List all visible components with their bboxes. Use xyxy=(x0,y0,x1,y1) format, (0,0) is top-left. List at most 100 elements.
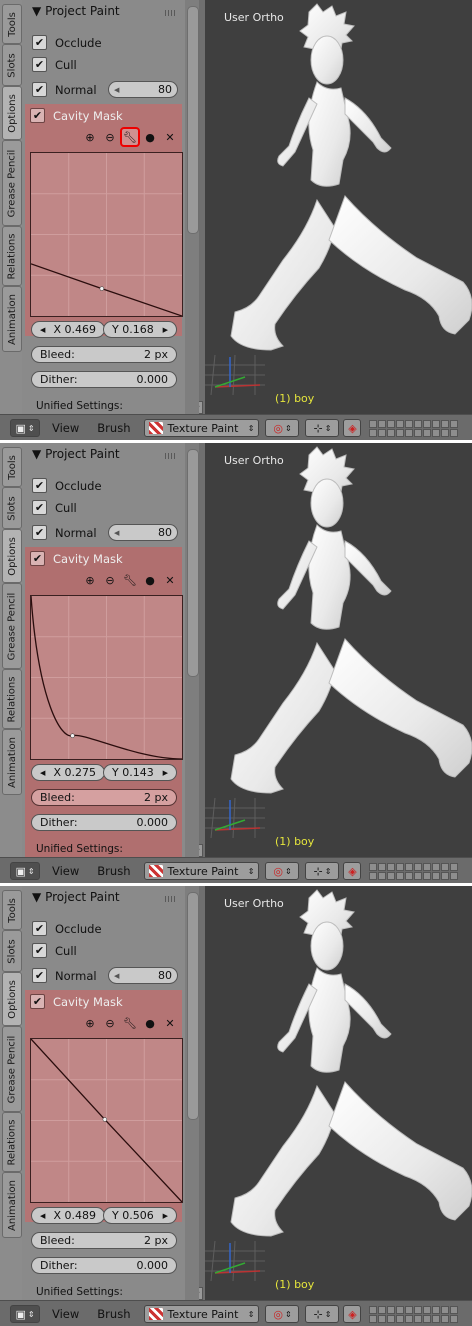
cull-checkbox[interactable]: ✔ Cull xyxy=(32,943,77,958)
decrement-arrow-icon[interactable]: ◀ xyxy=(40,769,45,777)
dot-icon[interactable]: ● xyxy=(142,1015,158,1031)
unified-settings-label[interactable]: Unified Settings: xyxy=(36,843,123,855)
bleed-field[interactable]: Bleed: 2 px xyxy=(31,1232,177,1249)
tab-animation[interactable]: Animation xyxy=(2,1172,22,1238)
layer-buttons[interactable] xyxy=(369,1305,459,1323)
dot-icon[interactable]: ● xyxy=(142,572,158,588)
occlude-checkbox[interactable]: ✔ Occlude xyxy=(32,478,102,493)
editor-type-button[interactable]: ▣ ⇕ xyxy=(10,419,40,437)
3d-viewport[interactable]: User Ortho (1) boy xyxy=(205,443,472,857)
brush-menu[interactable]: Brush xyxy=(97,864,130,878)
view-menu[interactable]: View xyxy=(52,864,79,878)
panel-header[interactable]: ▼ Project Paint xyxy=(32,447,120,461)
panel-header[interactable]: ▼ Project Paint xyxy=(32,890,120,904)
shading-dropdown[interactable]: ◎ ⇕ xyxy=(265,419,300,437)
occlude-checkbox[interactable]: ✔ Occlude xyxy=(32,35,102,50)
cavity-mask-checkbox[interactable]: ✔ Cavity Mask xyxy=(30,994,123,1009)
shading-dropdown[interactable]: ◎ ⇕ xyxy=(265,1305,300,1323)
normal-checkbox[interactable]: ✔ Normal xyxy=(32,968,97,983)
decrement-arrow-icon[interactable]: ◀ xyxy=(114,972,119,980)
cavity-mask-checkbox[interactable]: ✔ Cavity Mask xyxy=(30,551,123,566)
dither-field[interactable]: Dither: 0.000 xyxy=(31,814,177,831)
unified-settings-label[interactable]: Unified Settings: xyxy=(36,400,123,412)
wrench-icon[interactable]: 🔧︎ xyxy=(120,127,140,147)
shading-dropdown[interactable]: ◎ ⇕ xyxy=(265,862,300,880)
tab-animation[interactable]: Animation xyxy=(2,286,22,352)
panel-scrollbar[interactable] xyxy=(187,892,199,1120)
pivot-dropdown[interactable]: ⊹ ⇕ xyxy=(305,419,340,437)
cavity-mask-checkbox[interactable]: ✔ Cavity Mask xyxy=(30,108,123,123)
tab-options[interactable]: Options xyxy=(2,529,22,583)
drag-grip-icon[interactable] xyxy=(165,896,177,902)
normal-angle-field[interactable]: ◀ 80 xyxy=(108,81,178,98)
mode-dropdown[interactable]: Texture Paint ⇕ xyxy=(144,862,260,880)
cavity-curve-editor[interactable] xyxy=(30,595,183,760)
dot-icon[interactable]: ● xyxy=(142,129,158,145)
y-coordinate-field[interactable]: Y 0.168 ▶ xyxy=(103,321,177,338)
drag-grip-icon[interactable] xyxy=(165,453,177,459)
decrement-arrow-icon[interactable]: ◀ xyxy=(114,529,119,537)
curve-control-point[interactable] xyxy=(70,733,75,738)
layer-lock-button[interactable]: ◈ xyxy=(343,1305,362,1323)
cavity-curve-editor[interactable] xyxy=(30,152,183,317)
layer-lock-button[interactable]: ◈ xyxy=(343,419,362,437)
editor-type-button[interactable]: ▣ ⇕ xyxy=(10,1305,40,1323)
tab-options[interactable]: Options xyxy=(2,86,22,140)
close-icon[interactable]: ✕ xyxy=(162,129,178,145)
bleed-field[interactable]: Bleed: 2 px xyxy=(31,789,177,806)
x-coordinate-field[interactable]: ◀ X 0.469 xyxy=(31,321,105,338)
layer-lock-button[interactable]: ◈ xyxy=(343,862,362,880)
increment-arrow-icon[interactable]: ▶ xyxy=(163,326,168,334)
curve-plot[interactable] xyxy=(31,596,182,759)
tab-relations[interactable]: Relations xyxy=(2,669,22,729)
y-coordinate-field[interactable]: Y 0.143 ▶ xyxy=(103,764,177,781)
normal-angle-field[interactable]: ◀ 80 xyxy=(108,967,178,984)
tab-options[interactable]: Options xyxy=(2,972,22,1026)
tab-slots[interactable]: Slots xyxy=(2,930,22,972)
decrement-arrow-icon[interactable]: ◀ xyxy=(40,326,45,334)
panel-header[interactable]: ▼ Project Paint xyxy=(32,4,120,18)
zoom-in-icon[interactable]: ⊕ xyxy=(82,129,98,145)
y-coordinate-field[interactable]: Y 0.506 ▶ xyxy=(103,1207,177,1224)
dither-field[interactable]: Dither: 0.000 xyxy=(31,1257,177,1274)
mode-dropdown[interactable]: Texture Paint ⇕ xyxy=(144,1305,260,1323)
tab-tools[interactable]: Tools xyxy=(2,890,22,930)
decrement-arrow-icon[interactable]: ◀ xyxy=(114,86,119,94)
panel-scrollbar[interactable] xyxy=(187,6,199,234)
brush-menu[interactable]: Brush xyxy=(97,1307,130,1321)
dither-field[interactable]: Dither: 0.000 xyxy=(31,371,177,388)
view-menu[interactable]: View xyxy=(52,421,79,435)
zoom-in-icon[interactable]: ⊕ xyxy=(82,1015,98,1031)
brush-menu[interactable]: Brush xyxy=(97,421,130,435)
tab-slots[interactable]: Slots xyxy=(2,44,22,86)
3d-viewport[interactable]: User Ortho (1) boy xyxy=(205,886,472,1300)
pivot-dropdown[interactable]: ⊹ ⇕ xyxy=(305,862,340,880)
curve-plot[interactable] xyxy=(31,1039,182,1202)
normal-checkbox[interactable]: ✔ Normal xyxy=(32,82,97,97)
layer-buttons[interactable] xyxy=(369,419,459,437)
cull-checkbox[interactable]: ✔ Cull xyxy=(32,57,77,72)
tab-slots[interactable]: Slots xyxy=(2,487,22,529)
curve-plot[interactable] xyxy=(31,153,182,316)
tab-tools[interactable]: Tools xyxy=(2,4,22,44)
close-icon[interactable]: ✕ xyxy=(162,1015,178,1031)
drag-grip-icon[interactable] xyxy=(165,10,177,16)
3d-viewport[interactable]: User Ortho (1) boy xyxy=(205,0,472,414)
curve-control-point[interactable] xyxy=(102,1117,108,1122)
wrench-icon[interactable]: 🔧︎ xyxy=(122,572,138,588)
unified-settings-label[interactable]: Unified Settings: xyxy=(36,1286,123,1298)
pivot-dropdown[interactable]: ⊹ ⇕ xyxy=(305,1305,340,1323)
tab-grease-pencil[interactable]: Grease Pencil xyxy=(2,1026,22,1112)
x-coordinate-field[interactable]: ◀ X 0.489 xyxy=(31,1207,105,1224)
cull-checkbox[interactable]: ✔ Cull xyxy=(32,500,77,515)
mode-dropdown[interactable]: Texture Paint ⇕ xyxy=(144,419,260,437)
zoom-out-icon[interactable]: ⊖ xyxy=(102,572,118,588)
curve-control-point[interactable] xyxy=(99,286,105,291)
zoom-out-icon[interactable]: ⊖ xyxy=(102,1015,118,1031)
layer-buttons[interactable] xyxy=(369,862,459,880)
normal-angle-field[interactable]: ◀ 80 xyxy=(108,524,178,541)
zoom-out-icon[interactable]: ⊖ xyxy=(102,129,118,145)
tab-relations[interactable]: Relations xyxy=(2,226,22,286)
tab-tools[interactable]: Tools xyxy=(2,447,22,487)
tab-relations[interactable]: Relations xyxy=(2,1112,22,1172)
